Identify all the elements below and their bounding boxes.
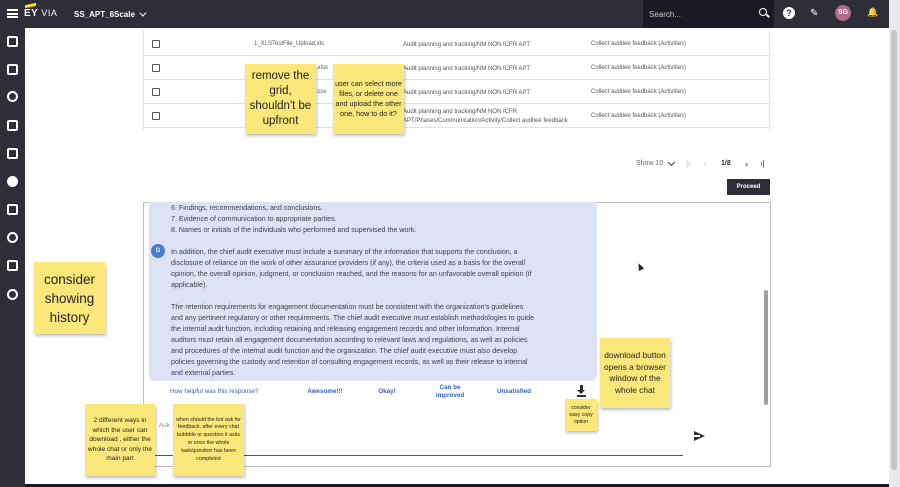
file-name: .xlsx: [316, 65, 328, 71]
sticky-note: user can select more files, or delete on…: [333, 64, 404, 134]
page-scrollbar[interactable]: [889, 0, 900, 487]
logo-via: VIA: [41, 8, 58, 18]
shield-check-icon[interactable]: [7, 91, 18, 102]
app-window: EYVIA SS_APT_6Scale ? ✎ SG 🔔 1_XLSTestFi: [0, 0, 900, 487]
paragraph-line: and external parties.: [171, 369, 236, 377]
tasks-icon[interactable]: [7, 148, 18, 159]
logo-ey: EY: [24, 8, 39, 19]
page-scrollbar-thumb[interactable]: [891, 30, 897, 470]
page-indicator: 1/8: [721, 160, 731, 167]
dashboard-icon[interactable]: [7, 36, 18, 47]
sticky-note: consider easy copy option: [565, 399, 597, 431]
paragraph-line: and procedures of the internal audit fun…: [171, 347, 518, 355]
table-row[interactable]: Audit planning and tracking/NM NON ICFR …: [144, 104, 771, 128]
bot-avatar: G: [151, 244, 165, 258]
next-page-icon[interactable]: ›: [745, 159, 748, 169]
sticky-note: when should the bot ask for feedback, af…: [173, 404, 244, 476]
chevron-down-icon[interactable]: [667, 158, 676, 167]
project-name: SS_APT_6Scale: [74, 10, 135, 19]
sticky-note-text: consider easy copy option: [569, 404, 593, 425]
help-icon[interactable]: ?: [783, 7, 795, 19]
list-item: 7. Evidence of communication to appropri…: [171, 215, 337, 223]
edit-icon[interactable]: ✎: [810, 8, 818, 19]
files-table: 1_XLSTestFile_Upload.xls Audit planning …: [143, 30, 771, 130]
send-icon[interactable]: [694, 431, 705, 441]
sticky-note-text: 2 different ways in which the user can d…: [87, 417, 153, 463]
feedback-unsatisfied-button[interactable]: Unsatisfied: [492, 388, 536, 396]
library-icon[interactable]: [7, 204, 18, 215]
sticky-note: remove the grid, shouldn't be upfront: [245, 64, 316, 134]
row-checkbox[interactable]: [152, 40, 160, 48]
sticky-note: consider showing history: [34, 262, 105, 334]
prev-page-icon[interactable]: ‹: [704, 159, 707, 168]
file-path: Audit planning and tracking/NM NON ICFR …: [403, 42, 531, 48]
file-name: 1_XLSTestFile_Upload.xls: [254, 41, 325, 47]
chat-scrollbar[interactable]: [764, 290, 768, 405]
file-name: .csv: [316, 89, 327, 95]
proceed-button[interactable]: Proceed: [727, 179, 770, 195]
file-activity: Collect auditee feedback (Activities): [591, 89, 687, 95]
download-base: [577, 395, 586, 397]
file-activity: Collect auditee feedback (Activities): [591, 65, 687, 71]
project-selector[interactable]: SS_APT_6Scale: [74, 9, 147, 19]
security-icon[interactable]: [7, 289, 18, 300]
file-activity: Collect auditee feedback (Activities): [591, 41, 687, 47]
paragraph-line: In addition, the chief audit executive m…: [171, 248, 518, 256]
search-input[interactable]: [649, 8, 754, 20]
table-row[interactable]: 1_XLSTestFile_Upload.xls Audit planning …: [144, 32, 771, 56]
sticky-note-text: user can select more files, or delete on…: [335, 79, 402, 118]
paragraph-line: The retention requirements for engagemen…: [171, 303, 524, 311]
first-page-icon[interactable]: |‹: [686, 159, 691, 168]
bell-icon[interactable]: 🔔: [867, 7, 878, 18]
download-icon[interactable]: [577, 385, 586, 397]
last-page-icon[interactable]: ›|: [760, 159, 765, 168]
sticky-note: 2 different ways in which the user can d…: [85, 404, 155, 476]
download-arrowhead: [577, 390, 585, 394]
pagination: Show 10 |‹ ‹ 1/8 › ›|: [636, 158, 776, 170]
file-activity: Collect auditee feedback (Activities): [591, 113, 687, 119]
feedback-okay-button[interactable]: Okay!: [372, 388, 402, 396]
list-item: 8. Names or initials of the individuals …: [171, 226, 417, 234]
sticky-note: download button opens a browser window o…: [600, 338, 670, 408]
paragraph-line: applicable).: [171, 281, 208, 289]
file-path: Audit planning and tracking/NM NON ICFR …: [403, 90, 531, 96]
row-checkbox[interactable]: [152, 112, 160, 120]
menu-icon[interactable]: [7, 9, 18, 18]
list-item: 6. Findings, recommendations, and conclu…: [171, 204, 323, 212]
sticky-note-text: consider showing history: [43, 271, 96, 325]
chevron-down-icon: [139, 9, 147, 17]
top-bar: EYVIA SS_APT_6Scale ? ✎ SG 🔔: [0, 0, 889, 28]
user-avatar[interactable]: SG: [835, 5, 851, 21]
feedback-improve-button[interactable]: Can be improved: [430, 384, 470, 400]
search-icon[interactable]: [759, 8, 767, 16]
settings-icon[interactable]: [7, 176, 18, 187]
table-row[interactable]: .csv Audit planning and tracking/NM NON …: [144, 80, 771, 104]
table-row[interactable]: .xlsx Audit planning and tracking/NM NON…: [144, 56, 771, 80]
paragraph-line: disclosure of reliance on the work of ot…: [171, 259, 526, 267]
paragraph-line: the internal audit function, including r…: [171, 325, 520, 333]
layers-icon[interactable]: [7, 260, 18, 271]
sticky-note-text: when should the bot ask for feedback, af…: [176, 416, 241, 462]
feedback-awesome-button[interactable]: Awesome!!!: [303, 388, 347, 396]
paragraph-line: policies governing the custody and reten…: [171, 358, 528, 366]
paragraph-line: and any pertinent regulatory or other re…: [171, 314, 535, 322]
page-size-select[interactable]: Show 10: [636, 160, 663, 167]
document-icon[interactable]: [7, 120, 18, 131]
file-path: Audit planning and tracking/NM NON ICFR …: [403, 66, 531, 72]
paragraph-line: opinion, the overall opinion, judgment, …: [171, 270, 532, 278]
row-checkbox[interactable]: [152, 64, 160, 72]
sticky-note-text: download button opens a browser window o…: [604, 350, 666, 395]
projects-icon[interactable]: [7, 64, 18, 75]
sidebar: [0, 28, 25, 487]
global-search: [643, 0, 774, 28]
feedback-question: How helpful was this response?: [170, 388, 259, 395]
file-path: Audit planning and tracking/NM NON ICFR …: [403, 109, 568, 124]
paragraph-line: auditors must retain all engagement docu…: [171, 336, 528, 344]
row-checkbox[interactable]: [152, 88, 160, 96]
history-icon[interactable]: [7, 232, 18, 243]
ey-via-logo[interactable]: EY VIA: [24, 2, 58, 19]
sticky-note-text: remove the grid, shouldn't be upfront: [249, 70, 312, 127]
